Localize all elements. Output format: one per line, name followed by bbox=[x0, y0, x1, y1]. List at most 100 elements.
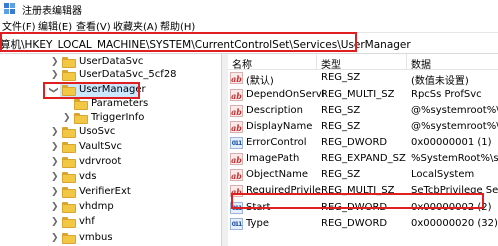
menu-file[interactable]: 文件(F) bbox=[2, 18, 36, 33]
tree-item-verifierext[interactable]: ❯ VerifierExt bbox=[0, 184, 221, 200]
value-name: ObjectName bbox=[246, 169, 309, 180]
folder-icon bbox=[74, 113, 88, 124]
value-type: REG_EXPAND_SZ bbox=[321, 153, 406, 164]
chevron-right-icon[interactable]: ❯ bbox=[51, 127, 59, 137]
value-type: REG_MULTI_SZ bbox=[321, 89, 395, 100]
tree-item-label: VerifierExt bbox=[79, 186, 131, 197]
folder-icon bbox=[62, 157, 76, 168]
menu-edit[interactable]: 编辑(E) bbox=[38, 18, 72, 33]
folder-icon bbox=[74, 99, 88, 110]
registry-editor-icon bbox=[4, 3, 15, 14]
start-value-highlight-box bbox=[231, 193, 484, 209]
tree-item-vdrvroot[interactable]: ❯ vdrvroot bbox=[0, 154, 221, 170]
tree-item-vhf[interactable]: ❯ vhf bbox=[0, 214, 221, 230]
chevron-right-icon[interactable]: ❯ bbox=[51, 57, 59, 67]
column-divider[interactable] bbox=[406, 54, 407, 70]
title-bar: 注册表编辑器 bbox=[0, 0, 498, 17]
tree-item-label: UsoSvc bbox=[79, 126, 116, 137]
value-row[interactable]: ab ObjectName REG_SZ LocalSystem bbox=[228, 167, 498, 183]
value-row[interactable]: 011 ErrorControl REG_DWORD 0x00000001 (1… bbox=[228, 135, 498, 151]
value-name: (默认) bbox=[246, 76, 274, 87]
value-name: ErrorControl bbox=[246, 137, 307, 148]
folder-icon bbox=[62, 127, 76, 138]
binary-value-icon: 011 bbox=[230, 218, 243, 230]
value-data: %SystemRoot%\syst bbox=[411, 153, 498, 164]
string-value-icon: ab bbox=[230, 169, 243, 181]
column-divider[interactable] bbox=[316, 54, 317, 70]
value-name: Description bbox=[246, 105, 303, 116]
string-value-icon: ab bbox=[230, 89, 243, 101]
usermanager-highlight-box bbox=[43, 82, 140, 99]
tree-item-label: vmbus bbox=[79, 232, 113, 243]
menu-help[interactable]: 帮助(H) bbox=[160, 18, 195, 33]
tree-item-label: Parameters bbox=[91, 98, 149, 109]
address-highlight-box bbox=[0, 32, 357, 52]
value-data: @%systemroot%\sys bbox=[411, 105, 498, 116]
value-type: REG_DWORD bbox=[321, 218, 388, 229]
binary-value-icon: 011 bbox=[230, 137, 243, 149]
tree-item-label: UserDataSvc bbox=[79, 56, 144, 67]
value-data: (数值未设置) bbox=[411, 76, 469, 87]
tree-item-label: vhdmp bbox=[79, 201, 114, 212]
value-row[interactable]: ab DisplayName REG_SZ @%systemroot%\sys bbox=[228, 119, 498, 135]
folder-icon bbox=[62, 217, 76, 228]
column-header-type[interactable]: 类型 bbox=[321, 56, 341, 71]
chevron-right-icon[interactable]: ❯ bbox=[63, 113, 71, 123]
value-type: REG_SZ bbox=[321, 121, 361, 132]
tree-item-userdatasvc-5cf28[interactable]: ❯ UserDataSvc_5cf28 bbox=[0, 67, 221, 83]
value-row[interactable]: 011 Type REG_DWORD 0x00000020 (32) bbox=[228, 216, 498, 232]
value-row[interactable]: ab DependOnServi... REG_MULTI_SZ RpcSs P… bbox=[228, 87, 498, 103]
value-data: 0x00000020 (32) bbox=[411, 218, 498, 229]
chevron-right-icon[interactable]: ❯ bbox=[51, 217, 59, 227]
folder-icon bbox=[62, 172, 76, 183]
tree-item-label: vdrvroot bbox=[79, 156, 122, 167]
tree-item-vaultsvc[interactable]: ❯ VaultSvc bbox=[0, 139, 221, 155]
value-row[interactable]: ab Description REG_SZ @%systemroot%\sys bbox=[228, 103, 498, 119]
chevron-right-icon[interactable]: ❯ bbox=[51, 157, 59, 167]
chevron-right-icon[interactable]: ❯ bbox=[51, 70, 59, 80]
chevron-right-icon[interactable]: ❯ bbox=[51, 202, 59, 212]
values-list-pane[interactable]: 名称 类型 数据 ab (默认) REG_SZ (数值未设置) ab Depen… bbox=[228, 54, 498, 246]
value-data: RpcSs ProfSvc bbox=[411, 89, 482, 100]
value-row[interactable]: ab ImagePath REG_EXPAND_SZ %SystemRoot%\… bbox=[228, 151, 498, 167]
chevron-right-icon[interactable]: ❯ bbox=[51, 187, 59, 197]
value-type: REG_SZ bbox=[321, 169, 361, 180]
chevron-right-icon[interactable]: ❯ bbox=[51, 142, 59, 152]
menu-view[interactable]: 查看(V) bbox=[76, 18, 111, 33]
value-type: REG_DWORD bbox=[321, 137, 388, 148]
tree-item-vds[interactable]: ❯ vds bbox=[0, 169, 221, 185]
string-value-icon: ab bbox=[230, 105, 243, 117]
tree-item-label: TriggerInfo bbox=[91, 112, 145, 123]
tree-item-label: vds bbox=[79, 171, 97, 182]
tree-item-label: UserDataSvc_5cf28 bbox=[79, 69, 177, 80]
list-header: 名称 类型 数据 bbox=[228, 54, 498, 71]
folder-icon bbox=[62, 202, 76, 213]
tree-item-label: VaultSvc bbox=[79, 141, 122, 152]
string-value-icon: ab bbox=[230, 121, 243, 133]
tree-item-vmbus[interactable]: ❯ vmbus bbox=[0, 230, 221, 246]
column-header-name[interactable]: 名称 bbox=[232, 56, 252, 71]
value-row[interactable]: ab (默认) REG_SZ (数值未设置) bbox=[228, 70, 498, 87]
folder-icon bbox=[62, 187, 76, 198]
menu-bar: 文件(F) 编辑(E) 查看(V) 收藏夹(A) 帮助(H) bbox=[0, 17, 498, 33]
folder-icon bbox=[62, 142, 76, 153]
string-value-icon: ab bbox=[230, 153, 243, 165]
tree-item-vhdmp[interactable]: ❯ vhdmp bbox=[0, 199, 221, 215]
folder-icon bbox=[62, 233, 76, 244]
string-value-icon: ab bbox=[230, 72, 243, 84]
tree-item-usosvc[interactable]: ❯ UsoSvc bbox=[0, 124, 221, 140]
value-data: @%systemroot%\sys bbox=[411, 121, 498, 132]
column-header-data[interactable]: 数据 bbox=[411, 56, 431, 71]
value-data: LocalSystem bbox=[411, 169, 475, 180]
menu-favorites[interactable]: 收藏夹(A) bbox=[113, 18, 158, 33]
value-type: REG_SZ bbox=[321, 72, 361, 83]
value-data: 0x00000001 (1) bbox=[411, 137, 492, 148]
tree-item-label: vhf bbox=[79, 216, 95, 227]
value-type: REG_SZ bbox=[321, 105, 361, 116]
value-name: Type bbox=[246, 218, 269, 229]
value-name: DependOnServi... bbox=[246, 89, 324, 100]
value-name: ImagePath bbox=[246, 153, 300, 164]
chevron-right-icon[interactable]: ❯ bbox=[51, 233, 59, 243]
chevron-right-icon[interactable]: ❯ bbox=[51, 172, 59, 182]
value-name: DisplayName bbox=[246, 121, 313, 132]
